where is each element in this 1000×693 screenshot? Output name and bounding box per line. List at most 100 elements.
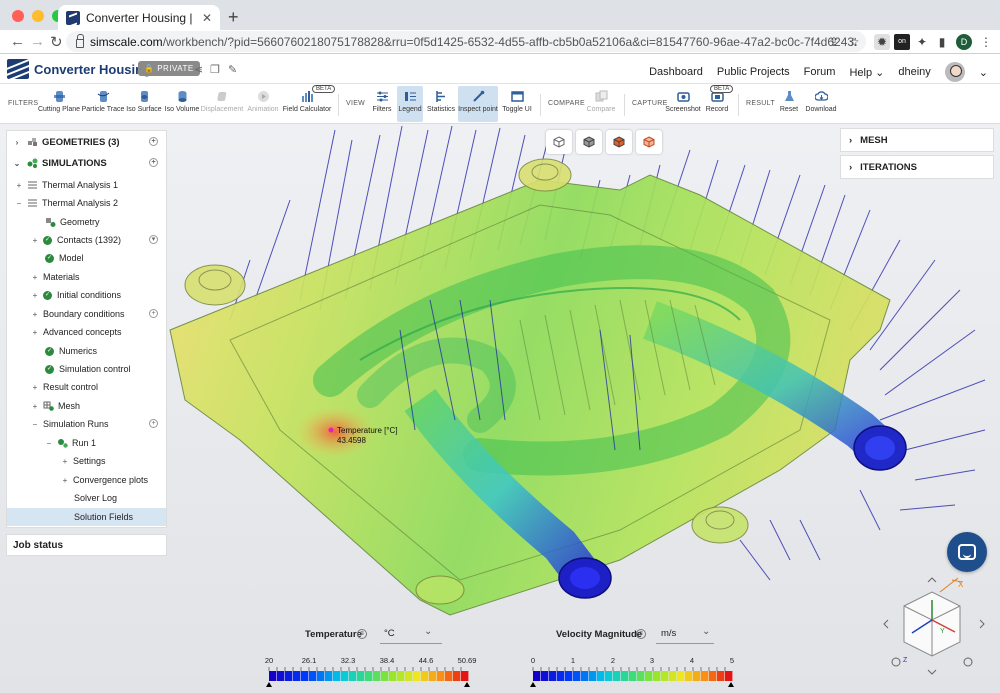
reset-button[interactable]: Reset xyxy=(778,86,800,122)
tree-item-thermal-analysis-2[interactable]: − Thermal Analysis 2 xyxy=(7,194,166,212)
support-chat-button[interactable] xyxy=(947,532,987,572)
contacts-filter-icon[interactable]: ▾ xyxy=(149,235,158,244)
record-button[interactable]: Record BETA xyxy=(704,85,734,122)
compare-button[interactable]: Compare xyxy=(586,86,616,122)
solid-view-button[interactable] xyxy=(576,130,602,154)
probe-point-marker[interactable] xyxy=(328,427,334,433)
expand-chevron-icon[interactable]: › xyxy=(13,138,21,147)
browser-menu-icon[interactable]: ⋮ xyxy=(978,34,994,50)
share-project-icon[interactable]: ⋖ xyxy=(194,63,203,76)
iterations-panel[interactable]: › ITERATIONS xyxy=(840,155,994,179)
bookmark-star-icon[interactable]: ☆ xyxy=(846,34,862,50)
filters-view-toggle[interactable]: Filters xyxy=(370,86,394,122)
add-boundary-condition-button[interactable]: + xyxy=(149,309,158,318)
surface-view-button[interactable] xyxy=(606,130,632,154)
collapse-icon[interactable]: − xyxy=(31,420,39,429)
tab-close-icon[interactable]: ✕ xyxy=(202,11,212,25)
job-status-panel[interactable]: Job status xyxy=(6,534,167,556)
screenshot-button[interactable]: Screenshot xyxy=(665,86,701,122)
collapse-icon[interactable]: − xyxy=(15,199,23,208)
extension-gear-icon[interactable]: ✹ xyxy=(874,34,890,50)
legend-view-toggle[interactable]: Legend xyxy=(397,86,423,122)
expand-icon[interactable]: + xyxy=(31,402,39,411)
tree-item-thermal-analysis-1[interactable]: + Thermal Analysis 1 xyxy=(7,176,166,194)
browser-tab[interactable]: Converter Housing | SimScale ✕ xyxy=(58,5,220,30)
expand-icon[interactable]: + xyxy=(15,181,23,190)
edit-project-icon[interactable]: ✎ xyxy=(228,63,237,76)
tree-item-advanced-concepts[interactable]: + Advanced concepts xyxy=(7,323,166,341)
tree-item-simulation-runs[interactable]: − Simulation Runs + xyxy=(7,415,166,433)
displacement-tool[interactable]: Displacement xyxy=(201,86,243,122)
tree-item-boundary-conditions[interactable]: + Boundary conditions + xyxy=(7,305,166,323)
add-geometry-button[interactable]: + xyxy=(149,137,158,146)
tree-item-settings[interactable]: + Settings xyxy=(7,452,166,470)
tree-item-initial-conditions[interactable]: + ✓ Initial conditions xyxy=(7,286,166,304)
tree-item-run-1[interactable]: − Run 1 xyxy=(7,434,166,452)
expand-icon[interactable]: + xyxy=(61,457,69,466)
velocity-legend-settings-icon[interactable]: ≡ xyxy=(636,629,646,639)
tree-item-model[interactable]: ✓ Model xyxy=(7,249,166,267)
velocity-unit-chevron-icon[interactable]: ⌄ xyxy=(702,626,710,637)
collapse-icon[interactable]: − xyxy=(45,439,53,448)
cutting-plane-tool[interactable]: Cutting Plane xyxy=(38,86,80,122)
extension-badge-icon[interactable]: on xyxy=(894,34,910,50)
user-menu-chevron-icon[interactable]: ⌄ xyxy=(979,66,988,79)
simscale-logo-icon[interactable] xyxy=(7,59,29,79)
particle-trace-tool[interactable]: Particle Trace xyxy=(82,86,124,122)
temperature-unit-chevron-icon[interactable]: ⌄ xyxy=(424,626,432,637)
new-tab-button[interactable]: + xyxy=(228,7,239,28)
collapse-chevron-icon[interactable]: ⌄ xyxy=(13,159,21,168)
share-icon[interactable]: ⇪ xyxy=(826,34,842,50)
reload-icon[interactable]: ↻ xyxy=(50,33,63,51)
forward-icon[interactable]: → xyxy=(30,33,45,50)
back-icon[interactable]: ← xyxy=(10,33,25,50)
statistics-view-toggle[interactable]: Statistics xyxy=(427,86,455,122)
transparent-view-button[interactable] xyxy=(636,130,662,154)
profile-avatar[interactable]: D xyxy=(956,34,972,50)
tree-item-numerics[interactable]: ✓ Numerics xyxy=(7,342,166,360)
orientation-gizmo[interactable]: X Y Z xyxy=(883,577,985,675)
url-field[interactable]: simscale.com/workbench/?pid=566076021807… xyxy=(66,31,866,52)
mesh-panel[interactable]: › MESH xyxy=(840,128,994,152)
wireframe-view-button[interactable] xyxy=(546,130,572,154)
copy-project-icon[interactable]: ❐ xyxy=(210,63,220,76)
expand-icon[interactable]: + xyxy=(61,476,69,485)
tree-geometries[interactable]: › GEOMETRIES (3) + xyxy=(7,133,166,151)
animation-tool[interactable]: Animation xyxy=(246,86,280,122)
tree-item-mesh[interactable]: + Mesh xyxy=(7,397,166,415)
tree-item-geometry[interactable]: Geometry xyxy=(7,213,166,231)
add-simulation-button[interactable]: + xyxy=(149,158,158,167)
minimize-window-button[interactable] xyxy=(32,10,44,22)
add-run-button[interactable]: + xyxy=(149,419,158,428)
field-calculator-tool[interactable]: Field Calculator BETA xyxy=(283,85,336,122)
temperature-unit-select[interactable]: °C xyxy=(384,628,395,639)
nav-help[interactable]: Help ⌄ xyxy=(849,66,884,79)
expand-icon[interactable]: + xyxy=(31,310,39,319)
tree-item-materials[interactable]: + Materials xyxy=(7,268,166,286)
close-window-button[interactable] xyxy=(12,10,24,22)
extensions-puzzle-icon[interactable]: ✦ xyxy=(914,34,930,50)
expand-icon[interactable]: + xyxy=(31,291,39,300)
tree-item-contacts[interactable]: + ✓ Contacts (1392) ▾ xyxy=(7,231,166,249)
username[interactable]: dheiny xyxy=(898,66,930,78)
tree-simulations[interactable]: ⌄ SIMULATIONS + xyxy=(7,154,166,172)
velocity-unit-select[interactable]: m/s xyxy=(661,628,676,639)
temperature-legend-settings-icon[interactable]: ≡ xyxy=(357,629,367,639)
nav-forum[interactable]: Forum xyxy=(804,66,836,78)
tree-item-solution-fields[interactable]: Solution Fields xyxy=(7,508,166,526)
iso-volume-tool[interactable]: Iso Volume xyxy=(164,86,200,122)
user-avatar[interactable] xyxy=(944,62,965,82)
expand-icon[interactable]: + xyxy=(31,328,39,337)
inspect-point-toggle[interactable]: Inspect point xyxy=(458,86,498,122)
sidebar-toggle-icon[interactable]: ▮ xyxy=(934,34,950,50)
tree-item-simulation-control[interactable]: ✓ Simulation control xyxy=(7,360,166,378)
tree-item-convergence-plots[interactable]: + Convergence plots xyxy=(7,471,166,489)
tree-item-solver-log[interactable]: Solver Log xyxy=(7,489,166,507)
toggle-ui-button[interactable]: Toggle UI xyxy=(502,86,532,122)
download-button[interactable]: Download xyxy=(804,86,838,122)
iso-surface-tool[interactable]: Iso Surface xyxy=(126,86,162,122)
nav-dashboard[interactable]: Dashboard xyxy=(649,66,703,78)
nav-public-projects[interactable]: Public Projects xyxy=(717,66,790,78)
expand-icon[interactable]: + xyxy=(31,383,39,392)
expand-icon[interactable]: + xyxy=(31,273,39,282)
